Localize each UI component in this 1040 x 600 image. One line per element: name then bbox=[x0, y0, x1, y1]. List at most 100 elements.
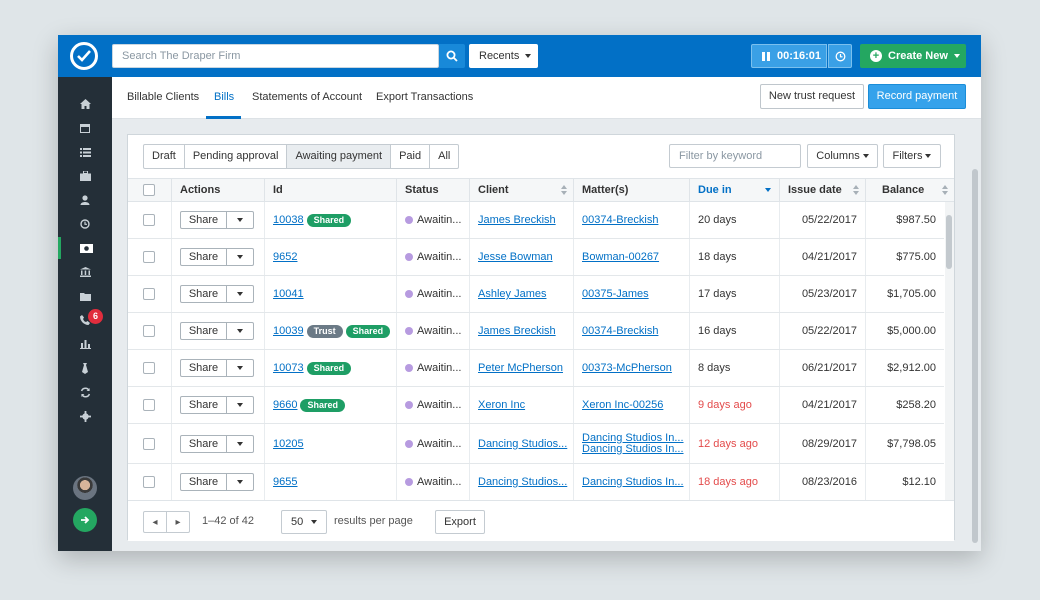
user-avatar[interactable] bbox=[73, 476, 97, 500]
share-dropdown-toggle[interactable] bbox=[227, 436, 253, 452]
bill-id-link[interactable]: 9652 bbox=[273, 251, 297, 263]
tab-export-transactions[interactable]: Export Transactions bbox=[376, 91, 473, 103]
share-dropdown-toggle[interactable] bbox=[227, 360, 253, 376]
filter-paid[interactable]: Paid bbox=[391, 144, 431, 169]
client-link[interactable]: Peter McPherson bbox=[478, 362, 563, 374]
go-forward-button[interactable] bbox=[73, 508, 97, 532]
recents-dropdown[interactable]: Recents bbox=[469, 44, 538, 68]
bill-id-link[interactable]: 9655 bbox=[273, 476, 297, 488]
column-due-in[interactable]: Due in bbox=[689, 179, 779, 201]
client-link[interactable]: Xeron Inc bbox=[478, 399, 525, 411]
page-scrollbar[interactable] bbox=[969, 161, 981, 551]
filter-pending-approval[interactable]: Pending approval bbox=[184, 144, 288, 169]
share-button[interactable]: Share bbox=[181, 474, 227, 490]
table-row[interactable]: Share 9655 Awaitin... Dancing Studios... Dan… bbox=[128, 464, 944, 500]
column-matters[interactable]: Matter(s) bbox=[573, 179, 689, 201]
table-row[interactable]: Share 10039 Trust Shared Awaitin... James Bre… bbox=[128, 313, 944, 350]
column-status[interactable]: Status bbox=[396, 179, 469, 201]
sidebar-item-reports[interactable] bbox=[58, 333, 112, 355]
sidebar-item-tasks[interactable] bbox=[58, 141, 112, 163]
keyword-filter-input[interactable]: Filter by keyword bbox=[669, 144, 801, 168]
bill-id-link[interactable]: 10041 bbox=[273, 288, 304, 300]
share-dropdown-toggle[interactable] bbox=[227, 286, 253, 302]
table-row[interactable]: Share 9660 Shared Awaitin... Xeron Inc Xeron … bbox=[128, 387, 944, 424]
share-button[interactable]: Share bbox=[181, 397, 227, 413]
row-checkbox[interactable] bbox=[143, 251, 155, 263]
client-link[interactable]: Jesse Bowman bbox=[478, 251, 553, 263]
row-checkbox[interactable] bbox=[143, 325, 155, 337]
share-dropdown-toggle[interactable] bbox=[227, 397, 253, 413]
create-new-button[interactable]: + Create New bbox=[860, 44, 966, 68]
new-trust-request-button[interactable]: New trust request bbox=[760, 84, 864, 109]
matter-link[interactable]: 00373-McPherson bbox=[582, 362, 672, 374]
sidebar-item-sync[interactable] bbox=[58, 381, 112, 403]
tab-bills[interactable]: Bills bbox=[214, 91, 234, 103]
client-link[interactable]: James Breckish bbox=[478, 325, 556, 337]
column-balance[interactable]: Balance bbox=[865, 179, 954, 201]
sidebar-item-home[interactable] bbox=[58, 93, 112, 115]
share-button[interactable]: Share bbox=[181, 212, 227, 228]
client-link[interactable]: James Breckish bbox=[478, 214, 556, 226]
column-issue-date[interactable]: Issue date bbox=[779, 179, 865, 201]
matter-link[interactable]: Dancing Studios In... bbox=[582, 443, 684, 455]
columns-button[interactable]: Columns bbox=[807, 144, 878, 168]
sidebar-item-calendar[interactable] bbox=[58, 117, 112, 139]
export-button[interactable]: Export bbox=[435, 510, 485, 534]
filter-draft[interactable]: Draft bbox=[143, 144, 185, 169]
page-scrollbar-thumb[interactable] bbox=[972, 169, 978, 543]
prev-page-button[interactable]: ◂ bbox=[144, 512, 167, 532]
timer-button[interactable]: 00:16:01 bbox=[751, 44, 827, 68]
sidebar-item-accounts[interactable] bbox=[58, 261, 112, 283]
filters-button[interactable]: Filters bbox=[883, 144, 941, 168]
table-row[interactable]: Share 10205 Awaitin... Dancing Studios... Da… bbox=[128, 424, 944, 464]
client-link[interactable]: Ashley James bbox=[478, 288, 546, 300]
per-page-select[interactable]: 50 bbox=[281, 510, 327, 534]
sidebar-item-firm[interactable] bbox=[58, 357, 112, 379]
table-scrollbar[interactable] bbox=[945, 202, 954, 500]
bill-id-link[interactable]: 10073 bbox=[273, 362, 304, 374]
share-button[interactable]: Share bbox=[181, 435, 227, 452]
share-button[interactable]: Share bbox=[181, 249, 227, 265]
scrollbar-thumb[interactable] bbox=[946, 215, 952, 269]
sidebar-item-contacts[interactable] bbox=[58, 189, 112, 211]
sidebar-item-activities[interactable] bbox=[58, 213, 112, 235]
bill-id-link[interactable]: 9660 bbox=[273, 399, 297, 411]
share-button[interactable]: Share bbox=[181, 323, 227, 339]
filter-all[interactable]: All bbox=[430, 144, 460, 169]
share-dropdown-toggle[interactable] bbox=[227, 212, 253, 228]
select-all-checkbox[interactable] bbox=[143, 184, 155, 196]
table-row[interactable]: Share 10041 Awaitin... Ashley James 00375-Ja… bbox=[128, 276, 944, 313]
timer-clock-button[interactable] bbox=[828, 44, 852, 68]
row-checkbox[interactable] bbox=[143, 476, 155, 488]
search-input[interactable]: Search The Draper Firm bbox=[112, 44, 439, 68]
share-dropdown-toggle[interactable] bbox=[227, 323, 253, 339]
search-button[interactable] bbox=[439, 44, 465, 68]
row-checkbox[interactable] bbox=[143, 362, 155, 374]
matter-link[interactable]: Dancing Studios In... bbox=[582, 432, 684, 444]
client-link[interactable]: Dancing Studios... bbox=[478, 476, 567, 488]
column-client[interactable]: Client bbox=[469, 179, 573, 201]
matter-link[interactable]: 00375-James bbox=[582, 288, 649, 300]
table-row[interactable]: Share 10038 Shared Awaitin... James Breckish… bbox=[128, 202, 944, 239]
bill-id-link[interactable]: 10205 bbox=[273, 438, 304, 450]
tab-statements-of-account[interactable]: Statements of Account bbox=[252, 91, 362, 103]
matter-link[interactable]: 00374-Breckish bbox=[582, 325, 658, 337]
sidebar-item-billing[interactable] bbox=[58, 237, 112, 259]
next-page-button[interactable]: ▸ bbox=[167, 512, 189, 532]
row-checkbox[interactable] bbox=[143, 399, 155, 411]
tab-billable-clients[interactable]: Billable Clients bbox=[127, 91, 199, 103]
table-row[interactable]: Share 9652 Awaitin... Jesse Bowman Bowman-00… bbox=[128, 239, 944, 276]
sidebar-item-matters[interactable] bbox=[58, 165, 112, 187]
share-dropdown-toggle[interactable] bbox=[227, 249, 253, 265]
matter-link[interactable]: Xeron Inc-00256 bbox=[582, 399, 663, 411]
row-checkbox[interactable] bbox=[143, 288, 155, 300]
sidebar-item-documents[interactable] bbox=[58, 285, 112, 307]
sidebar-item-settings[interactable] bbox=[58, 405, 112, 427]
record-payment-button[interactable]: Record payment bbox=[868, 84, 966, 109]
sidebar-item-communications[interactable] bbox=[58, 309, 112, 331]
matter-link[interactable]: Bowman-00267 bbox=[582, 251, 659, 263]
matter-link[interactable]: Dancing Studios In... bbox=[582, 476, 684, 488]
share-button[interactable]: Share bbox=[181, 286, 227, 302]
share-dropdown-toggle[interactable] bbox=[227, 474, 253, 490]
share-button[interactable]: Share bbox=[181, 360, 227, 376]
